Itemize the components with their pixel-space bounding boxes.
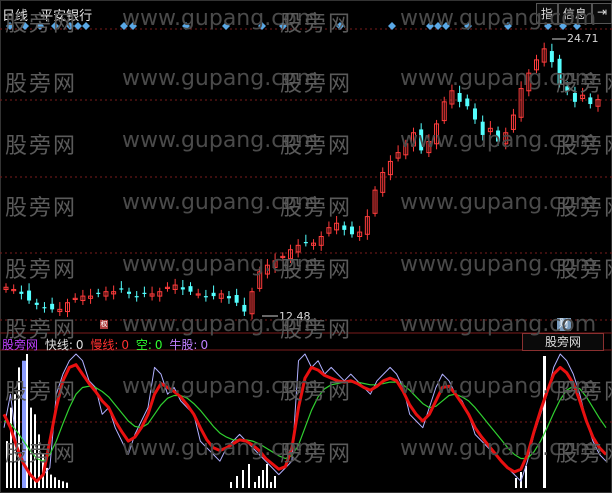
watermark-url: www.gupang.com	[400, 6, 597, 31]
watermark-cn: 股旁网	[556, 196, 612, 221]
bull-label: 牛股:	[169, 338, 198, 352]
volume-bar	[270, 482, 272, 488]
watermark-cn: 股旁网	[280, 12, 353, 37]
volume-bar	[58, 479, 60, 488]
watermark-cn: 股旁网	[5, 380, 78, 405]
watermark-cn: 股旁网	[5, 442, 78, 467]
candle-body	[42, 307, 47, 309]
signal-diamond	[388, 22, 396, 30]
candle-body	[180, 287, 185, 290]
candle-body	[472, 108, 477, 120]
candle-body	[134, 296, 139, 298]
candle-body	[203, 296, 208, 298]
candle-body	[226, 296, 231, 299]
watermark-url: www.gupang.com	[400, 312, 597, 337]
volume-bar	[66, 482, 68, 488]
high-price-value: 24.71	[567, 32, 599, 45]
watermark-cn: 股旁网	[280, 442, 353, 467]
candle-body	[549, 51, 554, 63]
candle-body	[465, 98, 470, 107]
volume-bar	[274, 476, 276, 488]
watermark-cn: 股旁网	[5, 258, 78, 283]
candle-body	[349, 226, 354, 235]
candle-body	[242, 304, 247, 312]
candle-body	[142, 292, 147, 294]
volume-bar	[258, 476, 260, 488]
candle-body	[211, 292, 216, 297]
watermark-cn: 股旁网	[556, 442, 612, 467]
watermark-cn: 股旁网	[556, 258, 612, 283]
watermark-cn: 股旁网	[5, 12, 78, 37]
watermark-cn: 股旁网	[280, 134, 353, 159]
watermark-cn: 股旁网	[280, 318, 353, 343]
watermark-cn: 股旁网	[5, 134, 78, 159]
empty-value: 0	[154, 338, 163, 352]
candle-body	[303, 242, 308, 244]
watermark-cn: 股旁网	[556, 134, 612, 159]
candle-body	[234, 295, 239, 303]
volume-bar	[266, 464, 268, 488]
watermark-cn: 股旁网	[280, 196, 353, 221]
watermark-cn: 股旁网	[280, 258, 353, 283]
volume-bar	[262, 470, 264, 488]
slow-line-value: 0	[121, 338, 130, 352]
candle-body	[342, 225, 347, 230]
watermark-cn: 股旁网	[556, 380, 612, 405]
volume-bar	[62, 481, 64, 488]
volume-bar	[230, 482, 232, 488]
bull-value: 0	[200, 338, 209, 352]
candle-body	[50, 303, 55, 310]
watermark-cn: 股旁网	[5, 196, 78, 221]
volume-bar	[54, 477, 56, 488]
watermark-cn: 股旁网	[5, 318, 78, 343]
high-price-label: 24.71	[567, 32, 599, 45]
candle-body	[188, 286, 193, 292]
candle-body	[127, 291, 132, 294]
candle-body	[588, 97, 593, 105]
candle-body	[19, 291, 24, 294]
candle-body	[34, 302, 39, 305]
volume-bar	[515, 478, 517, 488]
candle-body	[457, 92, 462, 102]
watermark-cn: 股旁网	[5, 72, 78, 97]
fast-line-value: 0	[75, 338, 84, 352]
rights-marker-icon[interactable]: 权	[100, 320, 108, 329]
volume-bar	[248, 464, 250, 488]
candle-body	[27, 290, 32, 301]
volume-bar	[242, 470, 244, 488]
watermark-cn: 股旁网	[280, 380, 353, 405]
candle-body	[119, 288, 124, 290]
volume-bar	[50, 474, 52, 488]
candle-body	[96, 292, 101, 294]
empty-label: 空:	[135, 338, 152, 352]
slow-line-label: 慢线:	[90, 338, 119, 352]
watermark-cn: 股旁网	[556, 72, 612, 97]
volume-bar	[254, 482, 256, 488]
volume-bar	[236, 476, 238, 488]
watermark-cn: 股旁网	[280, 72, 353, 97]
